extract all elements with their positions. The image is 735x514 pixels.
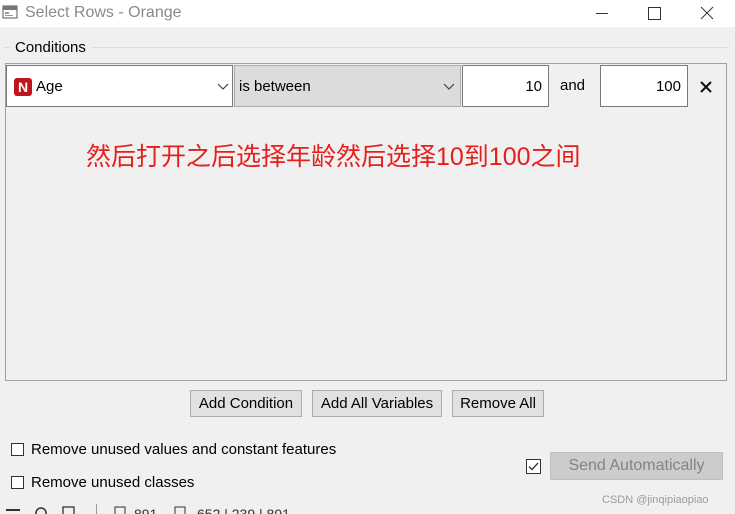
menu-icon[interactable]	[6, 507, 20, 514]
close-icon[interactable]	[684, 0, 730, 27]
maximize-icon[interactable]	[631, 0, 677, 27]
value-from-input[interactable]	[462, 65, 549, 107]
conditions-group-frame	[4, 47, 729, 48]
input-data-icon	[114, 506, 126, 514]
variable-label: Age	[36, 78, 63, 95]
conditions-group-title: Conditions	[10, 39, 91, 56]
chevron-down-icon	[443, 83, 455, 90]
orange-app-icon	[2, 5, 18, 19]
output-summary: 652 | 239 | 891	[197, 506, 290, 514]
operator-label: is between	[239, 78, 311, 95]
remove-unused-values-label[interactable]: Remove unused values and constant featur…	[31, 441, 336, 458]
add-all-variables-button[interactable]: Add All Variables	[312, 390, 442, 417]
remove-all-button[interactable]: Remove All	[452, 390, 544, 417]
input-count: 891	[134, 506, 158, 514]
send-automatically-checkbox[interactable]	[526, 459, 541, 474]
remove-unused-classes-checkbox[interactable]	[11, 476, 24, 489]
report-icon[interactable]	[62, 506, 78, 514]
remove-unused-values-checkbox[interactable]	[11, 443, 24, 456]
remove-unused-classes-label[interactable]: Remove unused classes	[31, 474, 194, 491]
operator-combobox[interactable]: is between	[234, 65, 461, 107]
title-bar: Select Rows - Orange	[0, 0, 735, 27]
add-condition-button[interactable]: Add Condition	[190, 390, 302, 417]
window-title: Select Rows - Orange	[25, 4, 182, 21]
remove-x-icon[interactable]	[698, 79, 714, 95]
help-icon[interactable]	[34, 506, 48, 514]
variable-combobox[interactable]: N Age	[6, 65, 233, 107]
annotation-text: 然后打开之后选择年龄然后选择10到100之间	[86, 143, 581, 171]
watermark: CSDN @jinqipiaopiao	[602, 494, 709, 506]
conditions-panel	[5, 63, 727, 381]
value-to-input[interactable]	[600, 65, 688, 107]
and-label: and	[560, 77, 586, 94]
minimize-icon[interactable]	[579, 0, 625, 27]
numeric-variable-icon: N	[14, 78, 32, 96]
send-automatically-button[interactable]: Send Automatically	[550, 452, 723, 480]
chevron-down-icon	[217, 83, 229, 90]
status-divider	[96, 504, 97, 514]
output-data-icon	[174, 506, 186, 514]
